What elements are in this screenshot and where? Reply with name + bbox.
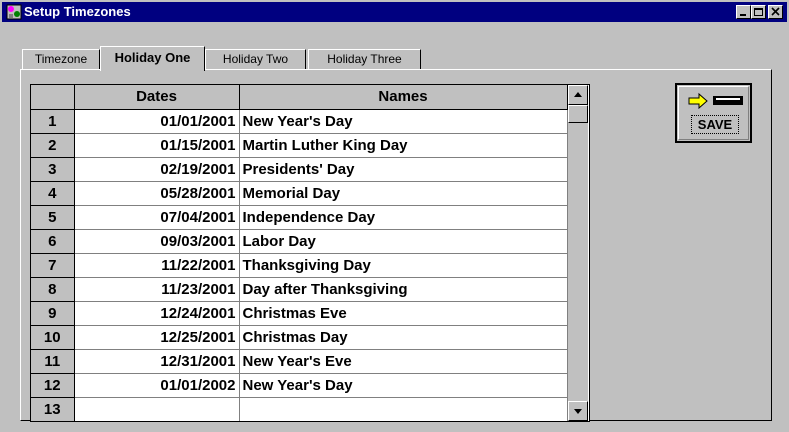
date-cell[interactable]: 11/22/2001	[74, 253, 240, 278]
close-button[interactable]	[768, 5, 783, 19]
triangle-up-icon	[574, 92, 582, 97]
row-number[interactable]: 9	[31, 301, 75, 326]
maximize-button[interactable]	[751, 5, 766, 19]
names-column-header[interactable]: Names	[239, 85, 568, 110]
table-row[interactable]: 1 01/01/2001 New Year's Day	[31, 109, 568, 134]
vertical-scrollbar[interactable]	[568, 85, 588, 421]
table-row[interactable]: 8 11/23/2001 Day after Thanksgiving	[31, 277, 568, 302]
row-number[interactable]: 5	[31, 205, 75, 230]
date-cell[interactable]: 11/23/2001	[74, 277, 240, 302]
row-number[interactable]: 8	[31, 277, 75, 302]
grid-header-row: Dates Names	[31, 85, 568, 110]
date-cell[interactable]: 02/19/2001	[74, 157, 240, 182]
table-row[interactable]: 6 09/03/2001 Labor Day	[31, 229, 568, 254]
name-cell[interactable]	[239, 397, 568, 421]
row-number[interactable]: 2	[31, 133, 75, 158]
row-number[interactable]: 11	[31, 349, 75, 374]
table-row[interactable]: 7 11/22/2001 Thanksgiving Day	[31, 253, 568, 278]
date-cell[interactable]: 12/25/2001	[74, 325, 240, 350]
tab-holiday-two[interactable]: Holiday Two	[205, 49, 306, 69]
date-cell[interactable]: 01/01/2001	[74, 109, 240, 134]
name-cell[interactable]: Independence Day	[239, 205, 568, 230]
name-cell[interactable]: Day after Thanksgiving	[239, 277, 568, 302]
scroll-up-button[interactable]	[568, 85, 588, 105]
minimize-button[interactable]	[736, 5, 751, 19]
name-cell[interactable]: New Year's Day	[239, 373, 568, 398]
title-bar[interactable]: Setup Timezones	[2, 2, 787, 22]
row-number[interactable]: 6	[31, 229, 75, 254]
date-cell[interactable]: 05/28/2001	[74, 181, 240, 206]
row-number[interactable]: 12	[31, 373, 75, 398]
date-cell[interactable]: 07/04/2001	[74, 205, 240, 230]
name-cell[interactable]: Thanksgiving Day	[239, 253, 568, 278]
scroll-thumb[interactable]	[568, 105, 588, 123]
date-cell[interactable]: 01/01/2002	[74, 373, 240, 398]
scroll-down-button[interactable]	[568, 401, 588, 421]
table-row[interactable]: 13	[31, 397, 568, 421]
grid-body: 1 01/01/2001 New Year's Day 2 01/15/2001 Mart…	[31, 109, 568, 421]
date-cell[interactable]: 01/15/2001	[74, 133, 240, 158]
row-number[interactable]: 7	[31, 253, 75, 278]
tab-holiday-three[interactable]: Holiday Three	[308, 49, 421, 69]
table-row[interactable]: 5 07/04/2001 Independence Day	[31, 205, 568, 230]
maximize-icon	[754, 8, 763, 16]
corner-header[interactable]	[31, 85, 75, 110]
name-cell[interactable]: Memorial Day	[239, 181, 568, 206]
date-cell[interactable]: 12/31/2001	[74, 349, 240, 374]
table-row[interactable]: 2 01/15/2001 Martin Luther King Day	[31, 133, 568, 158]
name-cell[interactable]: Martin Luther King Day	[239, 133, 568, 158]
row-number[interactable]: 3	[31, 157, 75, 182]
name-cell[interactable]: New Year's Day	[239, 109, 568, 134]
holiday-grid[interactable]: Dates Names 1 01/01/2001 New Year's Day 2 01…	[30, 84, 590, 422]
name-cell[interactable]: Labor Day	[239, 229, 568, 254]
save-arrow-icon	[688, 92, 743, 110]
app-icon	[6, 4, 22, 20]
table-row[interactable]: 12 01/01/2002 New Year's Day	[31, 373, 568, 398]
table-row[interactable]: 9 12/24/2001 Christmas Eve	[31, 301, 568, 326]
name-cell[interactable]: Christmas Day	[239, 325, 568, 350]
triangle-down-icon	[574, 409, 582, 414]
save-label: SAVE	[691, 115, 739, 134]
close-icon	[771, 7, 780, 16]
date-cell[interactable]: 12/24/2001	[74, 301, 240, 326]
row-number[interactable]: 10	[31, 325, 75, 350]
row-number[interactable]: 13	[31, 397, 75, 421]
row-number[interactable]: 4	[31, 181, 75, 206]
name-cell[interactable]: New Year's Eve	[239, 349, 568, 374]
name-cell[interactable]: Christmas Eve	[239, 301, 568, 326]
save-button[interactable]: SAVE	[675, 83, 752, 143]
table-row[interactable]: 11 12/31/2001 New Year's Eve	[31, 349, 568, 374]
date-cell[interactable]: 09/03/2001	[74, 229, 240, 254]
name-cell[interactable]: Presidents' Day	[239, 157, 568, 182]
dates-column-header[interactable]: Dates	[74, 85, 240, 110]
save-button-face: SAVE	[678, 86, 749, 140]
table-row[interactable]: 3 02/19/2001 Presidents' Day	[31, 157, 568, 182]
row-number[interactable]: 1	[31, 109, 75, 134]
setup-timezones-window: Setup Timezones Timezone Holiday One Hol…	[0, 0, 789, 432]
holiday-table: Dates Names 1 01/01/2001 New Year's Day 2 01…	[31, 85, 568, 421]
date-cell[interactable]	[74, 397, 240, 421]
table-row[interactable]: 10 12/25/2001 Christmas Day	[31, 325, 568, 350]
tab-timezone[interactable]: Timezone	[22, 49, 100, 69]
tab-holiday-one[interactable]: Holiday One	[100, 46, 205, 71]
minimize-icon	[740, 14, 746, 16]
window-title: Setup Timezones	[24, 4, 131, 19]
table-row[interactable]: 4 05/28/2001 Memorial Day	[31, 181, 568, 206]
